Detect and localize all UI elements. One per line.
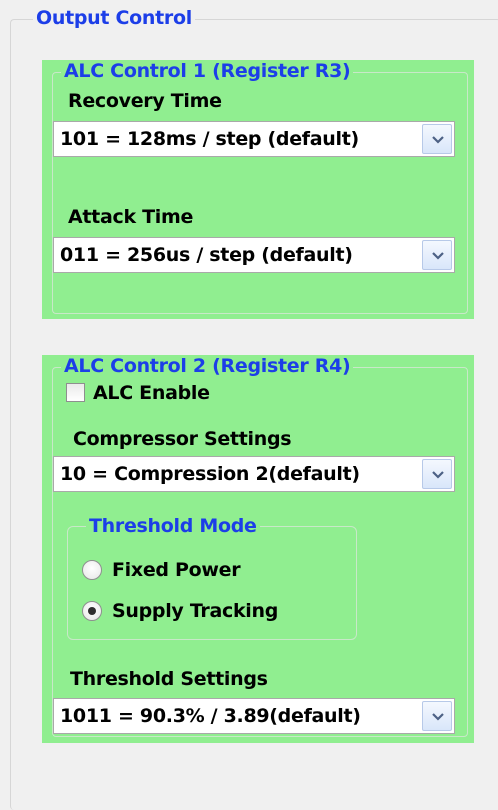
chevron-down-icon	[432, 136, 444, 144]
chevron-down-icon	[432, 713, 444, 721]
chevron-down-icon	[432, 471, 444, 479]
recovery-time-label: Recovery Time	[68, 90, 222, 112]
threshold-settings-label: Threshold Settings	[70, 668, 268, 690]
threshold-mode-title: Threshold Mode	[86, 515, 260, 537]
supply-tracking-label[interactable]: Supply Tracking	[112, 600, 278, 622]
threshold-settings-value: 1011 = 90.3% / 3.89(default)	[60, 705, 361, 727]
recovery-time-dropdown-button[interactable]	[422, 124, 452, 154]
alc-control-1-panel: ALC Control 1 (Register R3) Recovery Tim…	[42, 60, 474, 319]
threshold-mode-group	[67, 526, 357, 640]
fixed-power-radio[interactable]	[82, 560, 102, 580]
compressor-settings-select[interactable]: 10 = Compression 2(default)	[53, 456, 455, 492]
compressor-settings-label: Compressor Settings	[73, 428, 292, 450]
compressor-settings-value: 10 = Compression 2(default)	[60, 463, 360, 485]
alc-enable-checkbox[interactable]	[66, 383, 85, 402]
recovery-time-select[interactable]: 101 = 128ms / step (default)	[53, 121, 455, 157]
recovery-time-value: 101 = 128ms / step (default)	[60, 128, 359, 150]
supply-tracking-radio[interactable]	[82, 601, 102, 621]
output-control-title: Output Control	[33, 7, 195, 29]
threshold-settings-select[interactable]: 1011 = 90.3% / 3.89(default)	[53, 698, 455, 734]
alc-control-2-title: ALC Control 2 (Register R4)	[61, 355, 354, 377]
compressor-settings-dropdown-button[interactable]	[422, 459, 452, 489]
radio-selected-dot	[88, 607, 96, 615]
alc-control-1-title: ALC Control 1 (Register R3)	[61, 60, 354, 82]
fixed-power-label[interactable]: Fixed Power	[112, 559, 241, 581]
alc-enable-label[interactable]: ALC Enable	[93, 382, 210, 404]
alc-control-2-panel: ALC Control 2 (Register R4) ALC Enable C…	[42, 355, 474, 743]
attack-time-select[interactable]: 011 = 256us / step (default)	[53, 237, 455, 273]
threshold-settings-dropdown-button[interactable]	[422, 701, 452, 731]
attack-time-label: Attack Time	[68, 206, 194, 228]
chevron-down-icon	[432, 252, 444, 260]
attack-time-dropdown-button[interactable]	[422, 240, 452, 270]
output-control-panel: Output Control ALC Control 1 (Register R…	[0, 0, 498, 810]
attack-time-value: 011 = 256us / step (default)	[60, 244, 353, 266]
